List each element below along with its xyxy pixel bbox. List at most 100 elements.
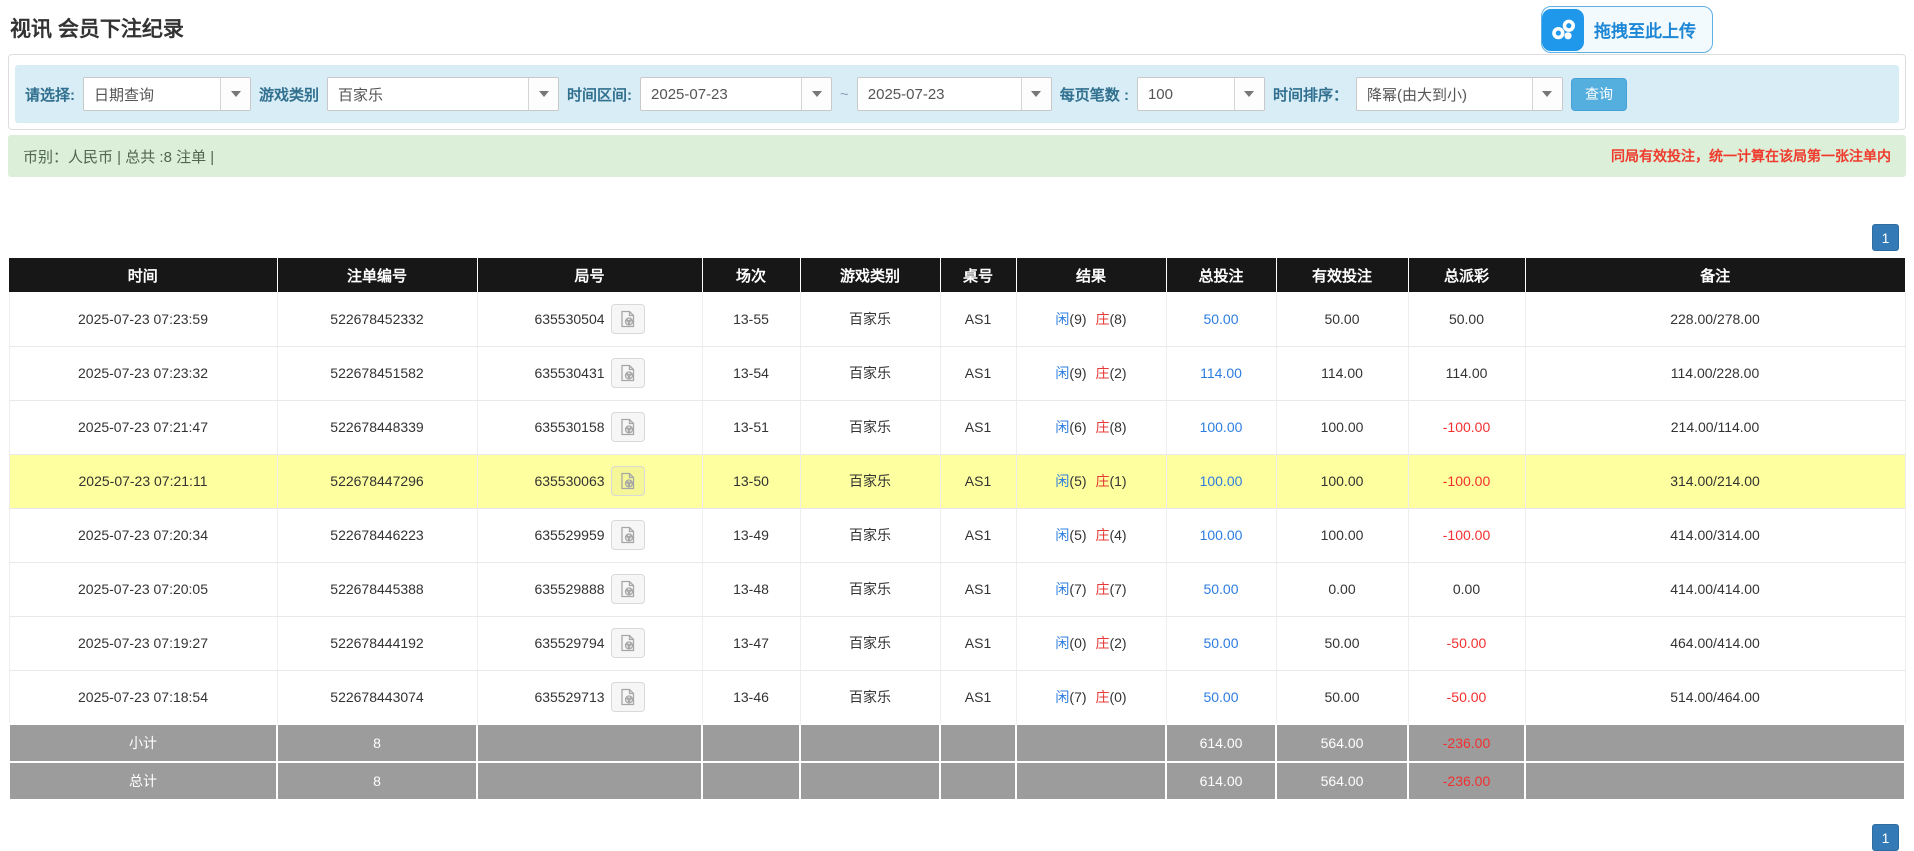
player-label: 闲 (1055, 689, 1069, 705)
banker-score: (0) (1109, 689, 1126, 705)
cell-note: 414.00/314.00 (1525, 508, 1905, 562)
cell-note: 464.00/414.00 (1525, 616, 1905, 670)
cell-table-no: AS1 (940, 562, 1016, 616)
player-label: 闲 (1055, 419, 1069, 435)
video-replay-button[interactable] (611, 520, 645, 550)
footer-payout: -236.00 (1408, 724, 1525, 762)
time-range-label: 时间区间: (567, 84, 632, 105)
total-bet-link[interactable]: 50.00 (1203, 689, 1238, 705)
cell-valid-bet: 100.00 (1276, 400, 1408, 454)
page-1-button-bottom[interactable]: 1 (1872, 824, 1899, 851)
total-bet-link[interactable]: 100.00 (1200, 473, 1243, 489)
date-from-value: 2025-07-23 (641, 78, 801, 110)
table-body: 2025-07-23 07:23:59 522678452332 6355305… (9, 292, 1905, 724)
banker-score: (4) (1109, 527, 1126, 543)
query-type-value: 日期查询 (84, 78, 220, 110)
query-button[interactable]: 查询 (1571, 78, 1627, 111)
subtotal-valid-bet: 564.00 (1276, 724, 1408, 762)
player-score: (9) (1069, 311, 1086, 327)
cell-total-bet: 100.00 (1166, 508, 1276, 562)
page-size-select[interactable]: 100 (1137, 77, 1265, 111)
player-score: (6) (1069, 419, 1086, 435)
chevron-down-icon[interactable] (1234, 78, 1264, 110)
video-file-icon (618, 363, 638, 383)
player-score: (5) (1069, 473, 1086, 489)
cell-valid-bet: 50.00 (1276, 616, 1408, 670)
total-bet-link[interactable]: 100.00 (1200, 419, 1243, 435)
round-number: 635530431 (534, 365, 604, 381)
player-label: 闲 (1055, 635, 1069, 651)
chevron-down-icon[interactable] (528, 78, 558, 110)
cell-result: 闲(7) 庄(0) (1016, 670, 1166, 724)
cell-payout: -100.00 (1408, 454, 1525, 508)
cell-game: 百家乐 (800, 616, 940, 670)
filter-bar: 请选择: 日期查询 游戏类别 百家乐 时间区间: 2025-07-23 ~ 20… (15, 65, 1899, 123)
cell-note: 228.00/278.00 (1525, 292, 1905, 346)
cell-note: 514.00/464.00 (1525, 670, 1905, 724)
date-from-select[interactable]: 2025-07-23 (640, 77, 832, 111)
total-bet-link[interactable]: 50.00 (1203, 581, 1238, 597)
cell-session: 13-48 (702, 562, 800, 616)
chevron-down-icon[interactable] (1021, 78, 1051, 110)
total-bet-link[interactable]: 50.00 (1203, 311, 1238, 327)
cell-result: 闲(6) 庄(8) (1016, 400, 1166, 454)
player-label: 闲 (1055, 365, 1069, 381)
header-game: 游戏类别 (800, 258, 940, 292)
cell-bet-id: 522678451582 (277, 346, 477, 400)
cell-game: 百家乐 (800, 346, 940, 400)
cell-valid-bet: 100.00 (1276, 508, 1408, 562)
banker-score: (1) (1109, 473, 1126, 489)
cell-time: 2025-07-23 07:21:47 (9, 400, 277, 454)
cell-session: 13-46 (702, 670, 800, 724)
total-bet-link[interactable]: 50.00 (1203, 635, 1238, 651)
video-replay-button[interactable] (611, 304, 645, 334)
banker-label: 庄 (1095, 689, 1109, 705)
game-category-label: 游戏类别 (259, 84, 319, 105)
summary-warning-note: 同局有效投注，统一计算在该局第一张注单内 (1611, 146, 1891, 166)
total-bet-link[interactable]: 114.00 (1200, 365, 1242, 381)
video-replay-button[interactable] (611, 574, 645, 604)
cell-round: 635529959 (477, 508, 702, 562)
subtotal-count: 8 (277, 724, 477, 762)
header-valid-bet: 有效投注 (1276, 258, 1408, 292)
game-category-select[interactable]: 百家乐 (327, 77, 559, 111)
cell-payout: -100.00 (1408, 400, 1525, 454)
round-number: 635530158 (534, 419, 604, 435)
video-replay-button[interactable] (611, 466, 645, 496)
total-bet-link[interactable]: 100.00 (1200, 527, 1243, 543)
video-replay-button[interactable] (611, 628, 645, 658)
cell-note: 414.00/414.00 (1525, 562, 1905, 616)
grand-total-count: 8 (277, 762, 477, 800)
player-score: (7) (1069, 581, 1086, 597)
banker-label: 庄 (1095, 635, 1109, 651)
page-1-button[interactable]: 1 (1872, 224, 1899, 251)
header-round: 局号 (477, 258, 702, 292)
cell-result: 闲(9) 庄(2) (1016, 346, 1166, 400)
video-replay-button[interactable] (611, 682, 645, 712)
cell-bet-id: 522678448339 (277, 400, 477, 454)
page-size-label: 每页笔数 : (1060, 84, 1129, 105)
header-payout: 总派彩 (1408, 258, 1525, 292)
table-row: 2025-07-23 07:18:54 522678443074 6355297… (9, 670, 1905, 724)
chevron-down-icon[interactable] (1532, 78, 1562, 110)
cell-table-no: AS1 (940, 454, 1016, 508)
cell-total-bet: 50.00 (1166, 616, 1276, 670)
netdisk-icon (1542, 9, 1584, 51)
chevron-down-icon[interactable] (801, 78, 831, 110)
query-type-select[interactable]: 日期查询 (83, 77, 251, 111)
header-table-no: 桌号 (940, 258, 1016, 292)
video-replay-button[interactable] (611, 358, 645, 388)
cell-bet-id: 522678446223 (277, 508, 477, 562)
chevron-down-icon[interactable] (220, 78, 250, 110)
round-number: 635530504 (534, 311, 604, 327)
date-to-select[interactable]: 2025-07-23 (857, 77, 1052, 111)
table-row: 2025-07-23 07:21:11 522678447296 6355300… (9, 454, 1905, 508)
sort-select[interactable]: 降幂(由大到小) (1356, 77, 1563, 111)
video-replay-button[interactable] (611, 412, 645, 442)
drag-upload-dropzone[interactable]: 拖拽至此上传 (1541, 6, 1713, 53)
cell-total-bet: 50.00 (1166, 292, 1276, 346)
cell-payout: -100.00 (1408, 508, 1525, 562)
player-score: (9) (1069, 365, 1086, 381)
table-header-row: 时间 注单编号 局号 场次 游戏类别 桌号 结果 总投注 有效投注 总派彩 备注 (9, 258, 1905, 292)
banker-score: (7) (1109, 581, 1126, 597)
